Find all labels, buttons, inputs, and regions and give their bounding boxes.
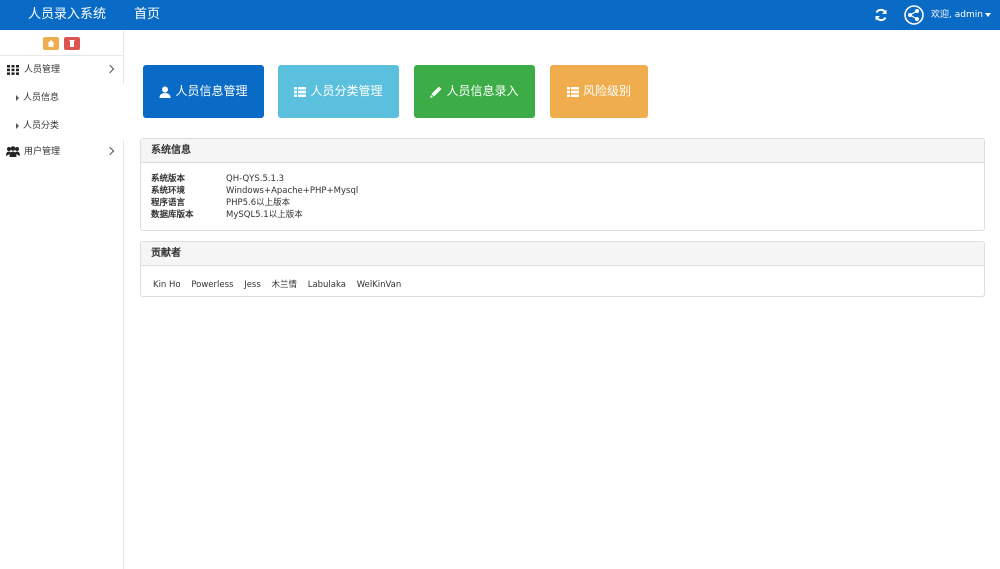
contributor-name: Jess (244, 280, 261, 290)
welcome-text: 欢迎, admin (931, 10, 983, 20)
tile-label: 人员分类管理 (310, 84, 383, 98)
sidebar-item-users[interactable]: 用户管理 (0, 138, 124, 166)
sidebar-item-label: 人员管理 (24, 65, 61, 75)
pencil-icon (430, 86, 442, 98)
info-key: 数据库版本 (151, 210, 194, 220)
contributors-panel: 贡献者 Kin Ho Powerless Jess 木兰情 Labulaka W… (140, 241, 985, 297)
sidebar-subitem-label: 人员信息 (23, 93, 60, 103)
list-icon (566, 86, 579, 97)
sidebar-subitem-personnel-info[interactable]: 人员信息 (0, 84, 124, 112)
tile-personnel-category-management[interactable]: 人员分类管理 (278, 65, 399, 118)
info-key: 程序语言 (151, 198, 186, 208)
share-icon[interactable] (904, 5, 924, 25)
tile-personnel-info-management[interactable]: 人员信息管理 (143, 65, 264, 118)
panel-title: 系统信息 (141, 139, 984, 163)
nav-home-link[interactable]: 首页 (134, 0, 160, 30)
trash-icon (69, 40, 75, 47)
user-icon (159, 86, 171, 98)
info-value: PHP5.6以上版本 (226, 198, 291, 208)
panel-title: 贡献者 (141, 242, 984, 266)
delete-shortcut-button[interactable] (64, 37, 80, 50)
chevron-right-icon (105, 64, 115, 74)
contributor-name: Powerless (191, 280, 234, 290)
sidebar-subitem-personnel-category[interactable]: 人员分类 (0, 112, 124, 140)
app-brand[interactable]: 人员录入系统 (28, 0, 106, 30)
grid-icon (7, 65, 19, 75)
home-shortcut-button[interactable] (43, 37, 59, 50)
info-value: QH-QYS.5.1.3 (226, 174, 285, 184)
info-key: 系统环境 (151, 186, 186, 196)
sidebar-item-personnel[interactable]: 人员管理 (0, 56, 124, 84)
tile-label: 人员信息录入 (446, 84, 519, 98)
tile-personnel-info-entry[interactable]: 人员信息录入 (414, 65, 535, 118)
caret-down-icon (984, 12, 991, 17)
sidebar: 人员管理 人员信息 人员分类 用户管理 (0, 30, 124, 569)
contributor-list: Kin Ho Powerless Jess 木兰情 Labulaka WelKi… (153, 278, 409, 290)
refresh-icon[interactable] (874, 8, 888, 22)
chevron-right-icon (105, 146, 115, 156)
caret-right-icon (16, 123, 19, 129)
sidebar-shortcuts (0, 30, 124, 56)
tile-label: 风险级别 (582, 84, 631, 98)
caret-right-icon (16, 95, 19, 101)
list-icon (294, 86, 307, 97)
tile-label: 人员信息管理 (175, 84, 248, 98)
top-navbar: 人员录入系统 首页 欢迎, admin (0, 0, 1000, 30)
user-menu[interactable]: 欢迎, admin (931, 0, 991, 30)
users-icon (6, 146, 20, 157)
tile-risk-level[interactable]: 风险级别 (550, 65, 648, 118)
info-value: MySQL5.1以上版本 (226, 210, 303, 220)
contributor-name: 木兰情 (271, 280, 297, 290)
system-info-panel: 系统信息 系统版本 QH-QYS.5.1.3 系统环境 Windows+Apac… (140, 138, 985, 231)
sidebar-item-label: 用户管理 (24, 147, 61, 157)
info-value: Windows+Apache+PHP+Mysql (226, 186, 359, 196)
contributor-name: WelKinVan (356, 280, 402, 290)
home-icon (47, 40, 55, 47)
sidebar-subitem-label: 人员分类 (23, 121, 60, 131)
info-key: 系统版本 (151, 174, 186, 184)
contributor-name: Kin Ho (153, 280, 181, 290)
contributor-name: Labulaka (307, 280, 346, 290)
